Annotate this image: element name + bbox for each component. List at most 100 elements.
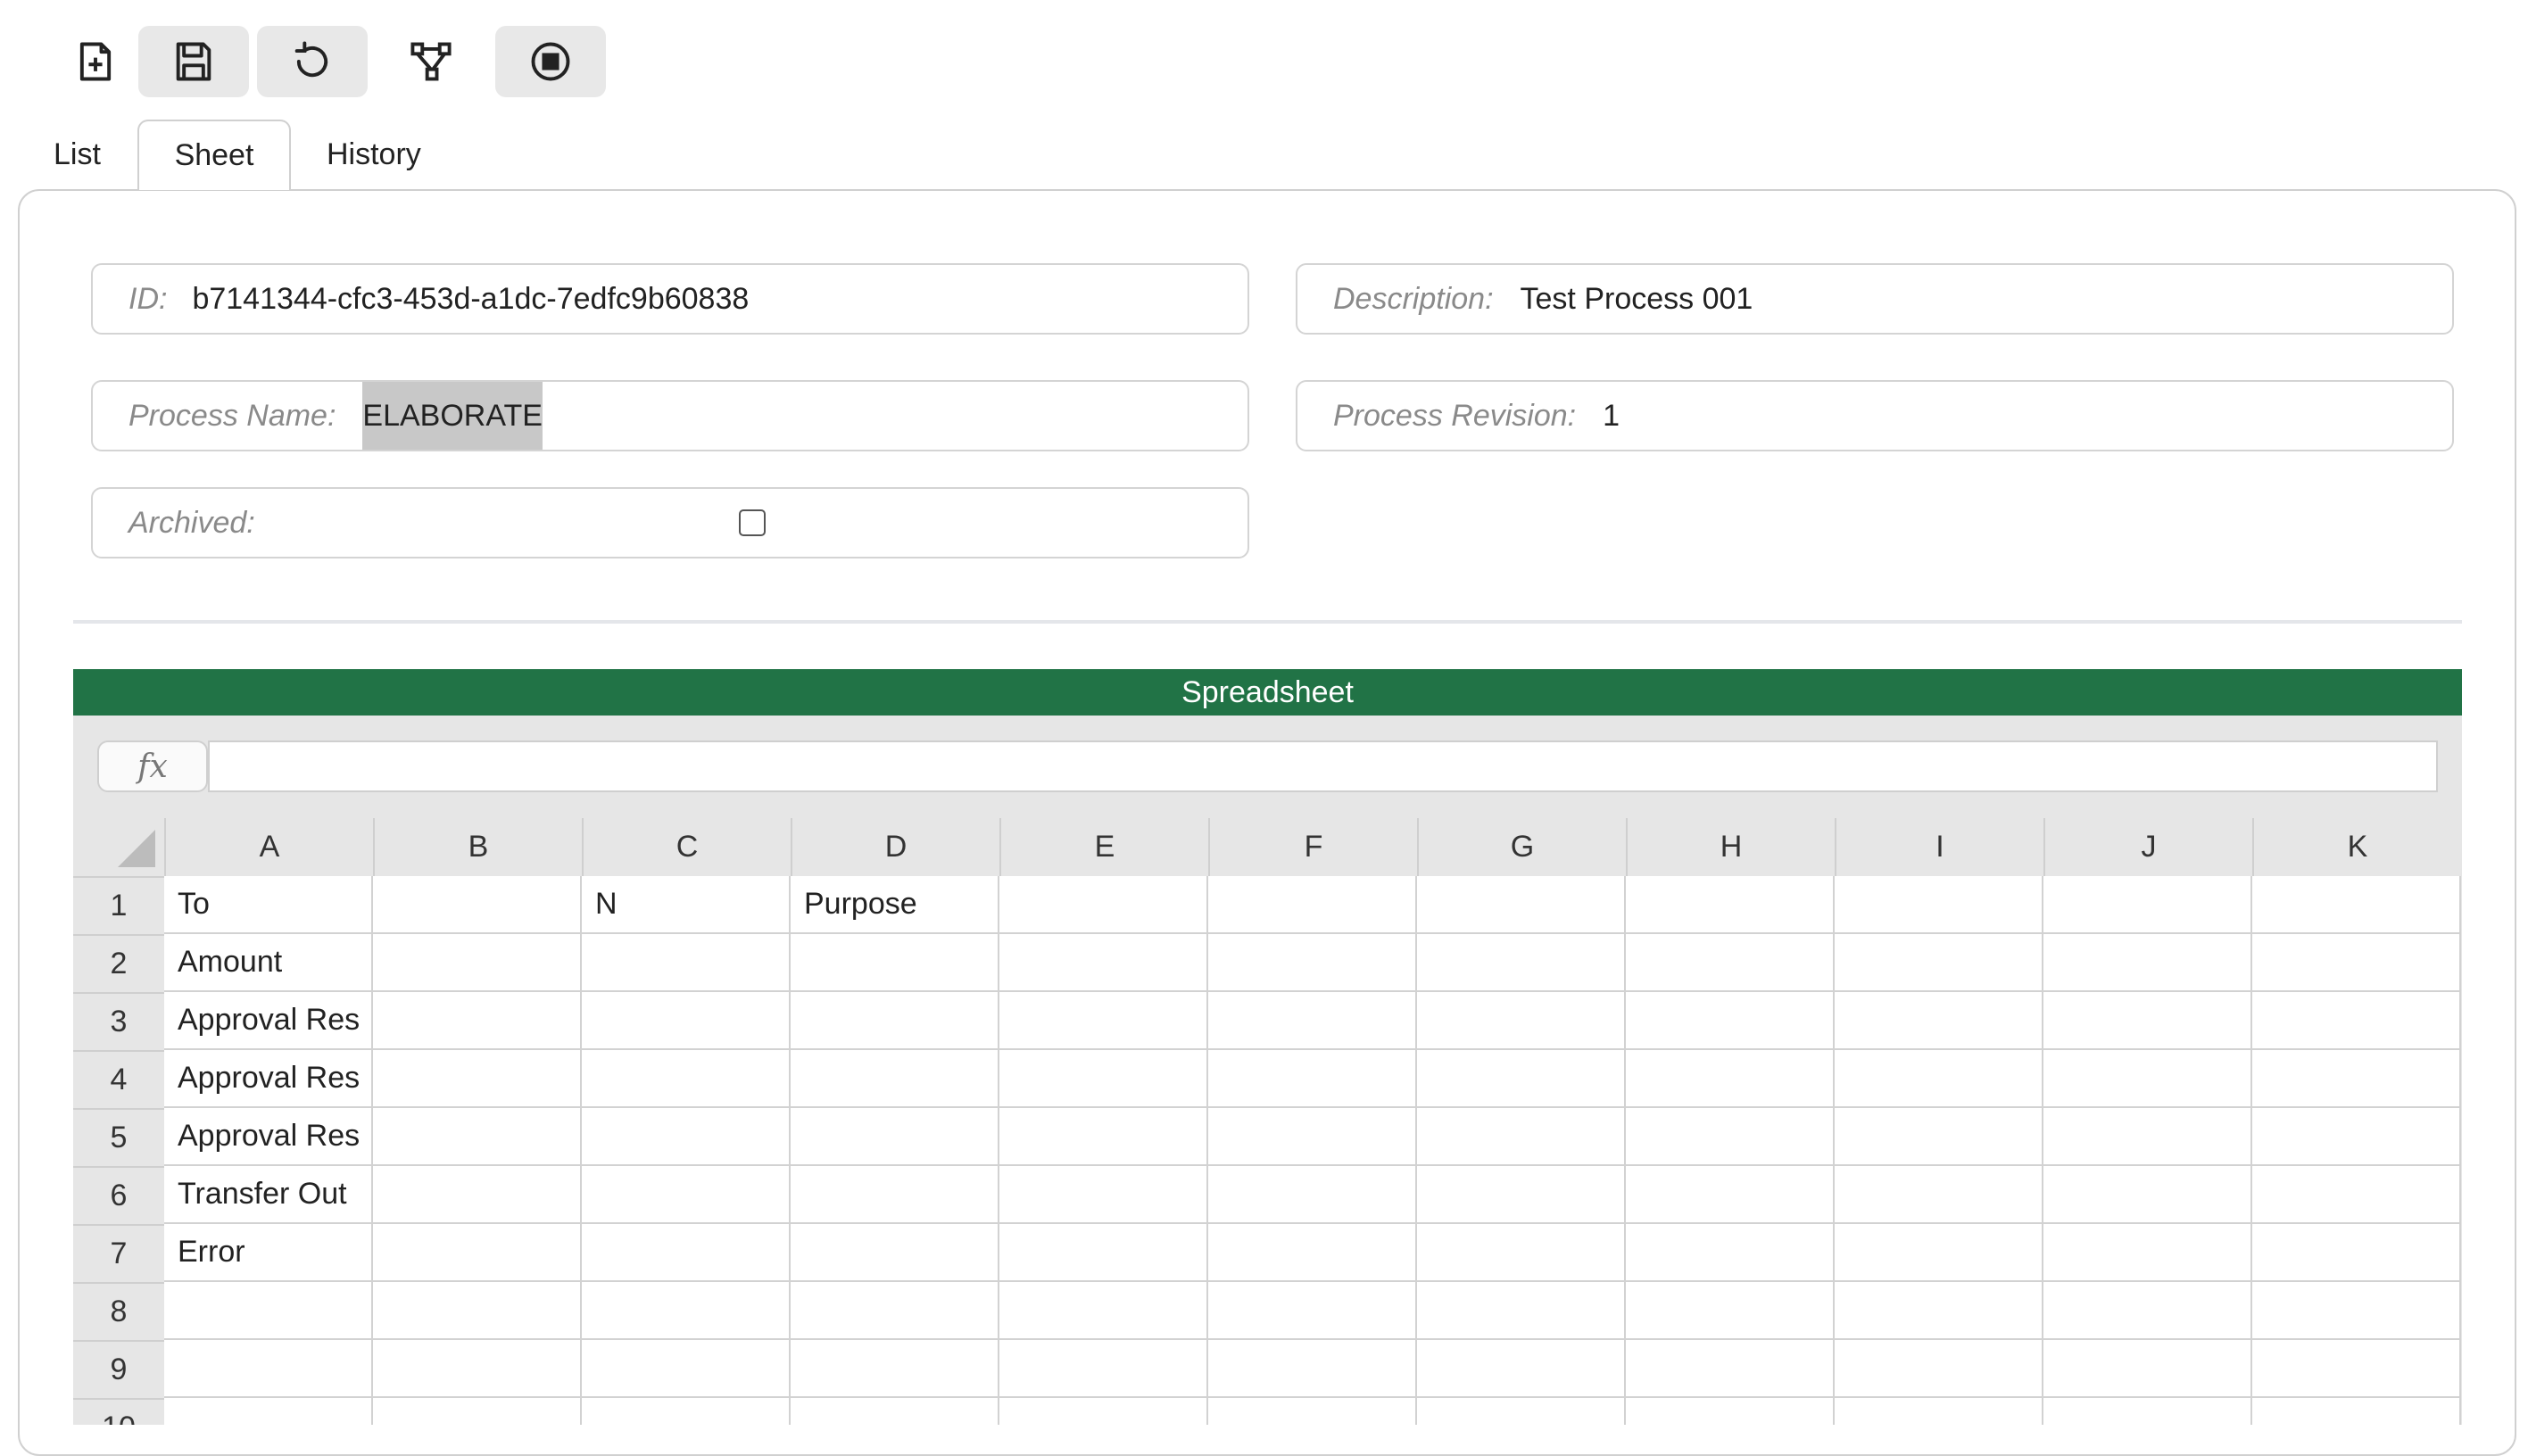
process-name-field[interactable]: Process Name: ELABORATE bbox=[91, 380, 1249, 451]
sheet-cell[interactable] bbox=[582, 1108, 791, 1166]
sheet-cell[interactable] bbox=[1208, 876, 1417, 934]
sheet-cell[interactable] bbox=[791, 1224, 999, 1282]
sheet-cell[interactable] bbox=[2043, 1166, 2252, 1224]
sheet-cell[interactable] bbox=[2043, 992, 2252, 1050]
sheet-cell[interactable] bbox=[999, 992, 1208, 1050]
sheet-cell[interactable] bbox=[791, 1050, 999, 1108]
new-file-button[interactable] bbox=[40, 26, 151, 97]
save-button[interactable] bbox=[138, 26, 249, 97]
column-header[interactable]: G bbox=[1417, 818, 1626, 876]
tab-history[interactable]: History bbox=[291, 120, 457, 190]
sheet-cell[interactable] bbox=[1835, 1224, 2043, 1282]
sheet-cell[interactable] bbox=[373, 1224, 582, 1282]
archived-checkbox[interactable] bbox=[739, 509, 766, 536]
description-field[interactable]: Description: Test Process 001 bbox=[1296, 263, 2454, 335]
sheet-cell[interactable] bbox=[1208, 1340, 1417, 1398]
row-header[interactable]: 9 bbox=[73, 1340, 164, 1398]
sheet-cell[interactable] bbox=[1208, 934, 1417, 992]
sheet-cell[interactable] bbox=[373, 1050, 582, 1108]
sheet-cell[interactable] bbox=[2043, 876, 2252, 934]
sheet-cell[interactable]: Approval Res bbox=[164, 1050, 373, 1108]
row-header[interactable]: 4 bbox=[73, 1050, 164, 1108]
sheet-cell[interactable] bbox=[1626, 1050, 1835, 1108]
sheet-cell[interactable] bbox=[999, 934, 1208, 992]
sheet-cell[interactable] bbox=[2252, 1166, 2461, 1224]
sheet-cell[interactable] bbox=[2043, 1282, 2252, 1340]
row-header[interactable]: 5 bbox=[73, 1108, 164, 1166]
sheet-cell[interactable] bbox=[1208, 1050, 1417, 1108]
sheet-cell[interactable] bbox=[373, 1340, 582, 1398]
process-graph-button[interactable] bbox=[376, 26, 486, 97]
column-header[interactable]: E bbox=[999, 818, 1208, 876]
column-header[interactable]: J bbox=[2043, 818, 2252, 876]
sheet-cell[interactable] bbox=[582, 1050, 791, 1108]
sheet-cell[interactable]: Approval Res bbox=[164, 1108, 373, 1166]
sheet-cell[interactable] bbox=[582, 1224, 791, 1282]
sheet-cell[interactable] bbox=[1835, 992, 2043, 1050]
column-header[interactable]: A bbox=[164, 818, 373, 876]
sheet-cell[interactable] bbox=[1626, 1398, 1835, 1425]
row-header[interactable]: 3 bbox=[73, 992, 164, 1050]
sheet-cell[interactable] bbox=[999, 1050, 1208, 1108]
stop-button[interactable] bbox=[495, 26, 606, 97]
sheet-cell[interactable]: Error bbox=[164, 1224, 373, 1282]
sheet-cell[interactable] bbox=[373, 876, 582, 934]
sheet-cell[interactable] bbox=[1835, 1398, 2043, 1425]
sheet-cell[interactable] bbox=[1417, 1282, 1626, 1340]
sheet-cell[interactable] bbox=[164, 1398, 373, 1425]
sheet-cell[interactable] bbox=[2043, 1050, 2252, 1108]
sheet-cell[interactable] bbox=[1417, 1398, 1626, 1425]
sheet-cell[interactable] bbox=[1417, 1108, 1626, 1166]
sheet-cell[interactable] bbox=[2252, 1282, 2461, 1340]
sheet-cell[interactable] bbox=[373, 1108, 582, 1166]
sheet-cell[interactable] bbox=[1835, 1340, 2043, 1398]
id-field[interactable]: ID: b7141344-cfc3-453d-a1dc-7edfc9b60838 bbox=[91, 263, 1249, 335]
sheet-cell[interactable]: To bbox=[164, 876, 373, 934]
sheet-cell[interactable] bbox=[1208, 1108, 1417, 1166]
sheet-cell[interactable]: Transfer Out bbox=[164, 1166, 373, 1224]
sheet-cell[interactable] bbox=[2252, 876, 2461, 934]
sheet-cell[interactable] bbox=[1417, 1340, 1626, 1398]
row-header[interactable]: 8 bbox=[73, 1282, 164, 1340]
select-all-corner[interactable] bbox=[73, 818, 164, 876]
sheet-cell[interactable] bbox=[1417, 876, 1626, 934]
sheet-cell[interactable] bbox=[1626, 992, 1835, 1050]
formula-input[interactable] bbox=[208, 740, 2438, 792]
sheet-cell[interactable]: N bbox=[582, 876, 791, 934]
sheet-cell[interactable] bbox=[791, 1340, 999, 1398]
column-header[interactable]: B bbox=[373, 818, 582, 876]
sheet-cell[interactable] bbox=[1835, 1166, 2043, 1224]
sheet-cell[interactable] bbox=[1208, 1166, 1417, 1224]
row-header[interactable]: 7 bbox=[73, 1224, 164, 1282]
sheet-cell[interactable] bbox=[2043, 1340, 2252, 1398]
sheet-cell[interactable] bbox=[582, 992, 791, 1050]
sheet-cell[interactable] bbox=[2043, 1398, 2252, 1425]
sheet-cell[interactable] bbox=[2252, 1050, 2461, 1108]
sheet-cell[interactable] bbox=[999, 1340, 1208, 1398]
column-header[interactable]: F bbox=[1208, 818, 1417, 876]
row-header[interactable]: 10 bbox=[73, 1398, 164, 1425]
sheet-cell[interactable] bbox=[582, 934, 791, 992]
sheet-cell[interactable] bbox=[1626, 934, 1835, 992]
sheet-cell[interactable] bbox=[1626, 1282, 1835, 1340]
sheet-cell[interactable] bbox=[1417, 992, 1626, 1050]
column-header[interactable]: C bbox=[582, 818, 791, 876]
refresh-button[interactable] bbox=[257, 26, 368, 97]
tab-sheet[interactable]: Sheet bbox=[137, 120, 291, 190]
sheet-cell[interactable] bbox=[2252, 1340, 2461, 1398]
sheet-cell[interactable] bbox=[1417, 1166, 1626, 1224]
sheet-cell[interactable] bbox=[1417, 1050, 1626, 1108]
sheet-cell[interactable] bbox=[582, 1166, 791, 1224]
column-header[interactable]: D bbox=[791, 818, 999, 876]
tab-list[interactable]: List bbox=[18, 120, 137, 190]
sheet-cell[interactable] bbox=[582, 1398, 791, 1425]
sheet-cell[interactable] bbox=[373, 1166, 582, 1224]
row-header[interactable]: 6 bbox=[73, 1166, 164, 1224]
sheet-cell[interactable] bbox=[2252, 934, 2461, 992]
sheet-cell[interactable]: Approval Res bbox=[164, 992, 373, 1050]
sheet-cell[interactable] bbox=[2252, 1108, 2461, 1166]
sheet-cell[interactable] bbox=[999, 1398, 1208, 1425]
sheet-cell[interactable] bbox=[373, 1398, 582, 1425]
sheet-cell[interactable] bbox=[1417, 1224, 1626, 1282]
sheet-cell[interactable] bbox=[791, 1282, 999, 1340]
